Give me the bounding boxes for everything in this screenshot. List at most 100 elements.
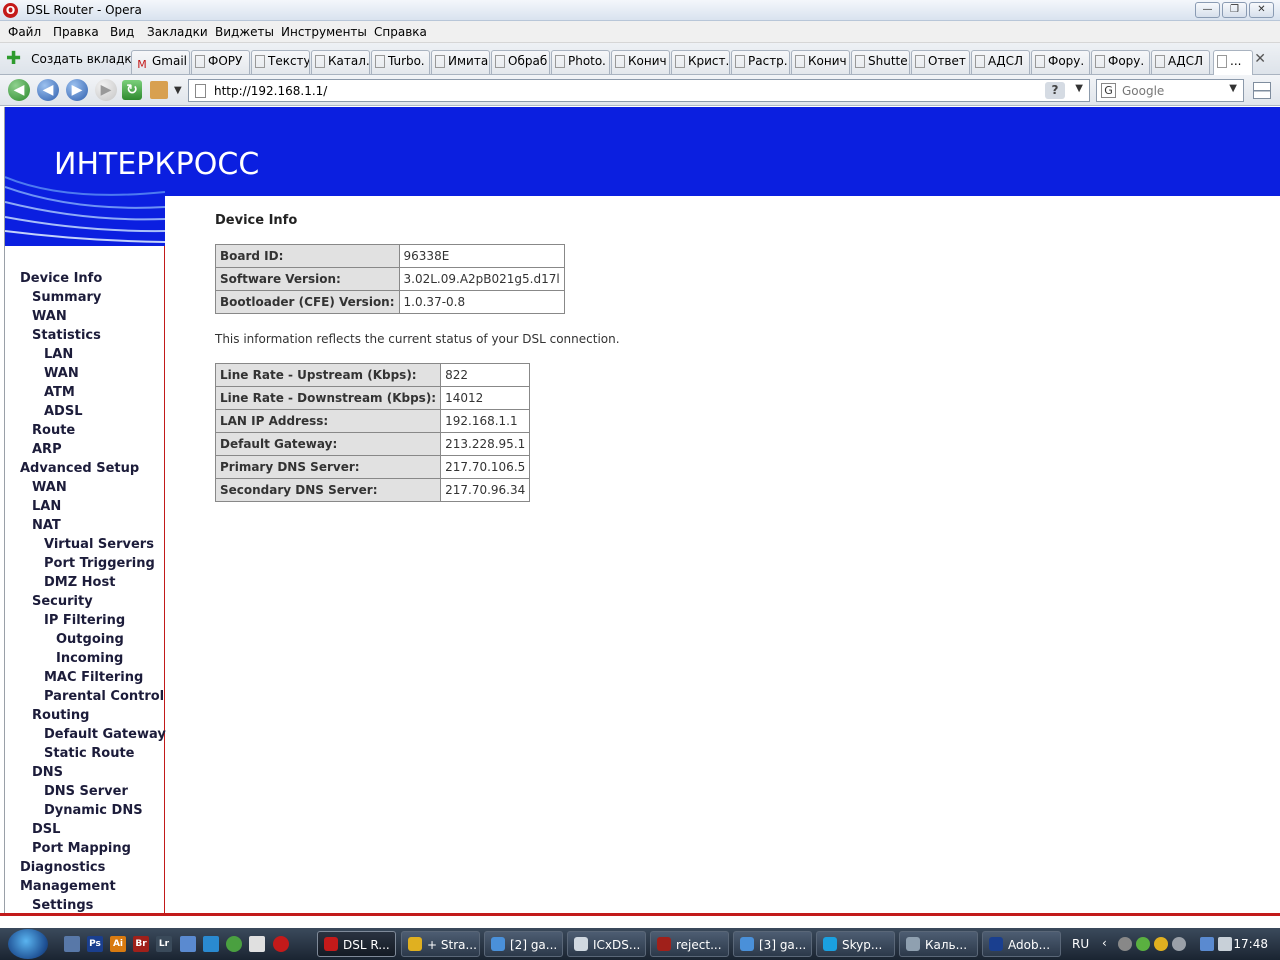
tray-icon[interactable]: [1136, 937, 1150, 951]
tab-4[interactable]: Катал.: [311, 50, 370, 74]
tab-7[interactable]: Обраб: [491, 50, 550, 74]
sidebar-item-parental-control[interactable]: Parental Control: [44, 689, 164, 704]
sidebar-item-wan[interactable]: WAN: [44, 366, 79, 381]
photoshop-icon[interactable]: Ps: [87, 936, 103, 952]
sidebar-item-virtual-servers[interactable]: Virtual Servers: [44, 537, 154, 552]
tab-2[interactable]: ФОРУ: [191, 50, 250, 74]
tab-17[interactable]: Фору.: [1091, 50, 1150, 74]
sidebar-item-routing[interactable]: Routing: [32, 708, 89, 723]
taskbar-task[interactable]: [3] ga...: [733, 931, 812, 957]
tab-16[interactable]: Фору.: [1031, 50, 1090, 74]
chevron-down-icon[interactable]: ▼: [1229, 83, 1237, 94]
opera-icon[interactable]: [273, 936, 289, 952]
sidebar-item-diagnostics[interactable]: Diagnostics: [20, 860, 105, 875]
forward-icon[interactable]: ▶: [66, 79, 88, 101]
network-icon[interactable]: [1200, 937, 1214, 951]
menu-tools[interactable]: Инструменты: [281, 25, 367, 39]
sidebar-item-adsl[interactable]: ADSL: [44, 404, 83, 419]
tab-6[interactable]: Имита: [431, 50, 490, 74]
lightroom-icon[interactable]: Lr: [156, 936, 172, 952]
sidebar-item-outgoing[interactable]: Outgoing: [56, 632, 124, 647]
tab-3[interactable]: Тексту: [251, 50, 310, 74]
taskbar-task[interactable]: ICxDS...: [567, 931, 646, 957]
dropdown-icon[interactable]: ▼: [174, 85, 182, 96]
paint-icon[interactable]: [249, 936, 265, 952]
sidebar-item-management[interactable]: Management: [20, 879, 116, 894]
sidebar-item-advanced-setup[interactable]: Advanced Setup: [20, 461, 139, 476]
sidebar-item-dns[interactable]: DNS: [32, 765, 63, 780]
pen-icon[interactable]: [180, 936, 196, 952]
tab-14[interactable]: Ответ: [911, 50, 970, 74]
chevron-left-icon[interactable]: ‹: [1102, 936, 1107, 950]
sidebar-item-route[interactable]: Route: [32, 423, 75, 438]
clock[interactable]: 17:48: [1233, 937, 1268, 951]
reload-icon[interactable]: ↻: [122, 80, 142, 100]
back-icon[interactable]: ◀: [8, 79, 30, 101]
address-bar[interactable]: http://192.168.1.1/ ? ▼: [188, 79, 1090, 102]
globe-icon[interactable]: [226, 936, 242, 952]
fast-forward-icon[interactable]: ▶: [95, 79, 117, 101]
tray-icon[interactable]: [1172, 937, 1186, 951]
sidebar-item-summary[interactable]: Summary: [32, 290, 101, 305]
menu-edit[interactable]: Правка: [53, 25, 99, 39]
menu-help[interactable]: Справка: [374, 25, 427, 39]
close-button[interactable]: ✕: [1249, 2, 1274, 18]
sidebar-item-security[interactable]: Security: [32, 594, 93, 609]
taskbar-task[interactable]: [2] ga...: [484, 931, 563, 957]
sidebar-item-dsl[interactable]: DSL: [32, 822, 60, 837]
sidebar-item-port-mapping[interactable]: Port Mapping: [32, 841, 131, 856]
tab-9[interactable]: Конич: [611, 50, 670, 74]
tab-13[interactable]: Shutte.: [851, 50, 910, 74]
sidebar-item-dynamic-dns[interactable]: Dynamic DNS: [44, 803, 143, 818]
menu-bookmarks[interactable]: Закладки: [147, 25, 208, 39]
sidebar-item-incoming[interactable]: Incoming: [56, 651, 123, 666]
taskbar-task[interactable]: reject...: [650, 931, 729, 957]
triangle-icon[interactable]: [203, 936, 219, 952]
sidebar-item-lan[interactable]: LAN: [44, 347, 73, 362]
taskbar-task[interactable]: Adob...: [982, 931, 1061, 957]
tab-5[interactable]: Turbo.: [371, 50, 430, 74]
tab-19[interactable]: ...: [1213, 50, 1253, 75]
illustrator-icon[interactable]: Ai: [110, 936, 126, 952]
sidebar-item-dmz-host[interactable]: DMZ Host: [44, 575, 115, 590]
sidebar-item-arp[interactable]: ARP: [32, 442, 62, 457]
rewind-icon[interactable]: ◀: [37, 79, 59, 101]
sidebar-item-default-gateway[interactable]: Default Gateway: [44, 727, 166, 742]
maximize-button[interactable]: ❐: [1222, 2, 1247, 18]
sidebar-item-wan[interactable]: WAN: [32, 309, 67, 324]
tab-12[interactable]: Конич: [791, 50, 850, 74]
taskbar-task[interactable]: Skyp...: [816, 931, 895, 957]
sidebar-item-mac-filtering[interactable]: MAC Filtering: [44, 670, 143, 685]
start-button[interactable]: [8, 929, 48, 959]
menu-widgets[interactable]: Виджеты: [215, 25, 274, 39]
save-icon[interactable]: [64, 936, 80, 952]
volume-icon[interactable]: [1218, 937, 1232, 951]
minimize-button[interactable]: —: [1195, 2, 1220, 18]
sidebar-item-atm[interactable]: ATM: [44, 385, 75, 400]
home-icon[interactable]: [150, 81, 168, 99]
sidebar-item-statistics[interactable]: Statistics: [32, 328, 101, 343]
tray-icon[interactable]: [1154, 937, 1168, 951]
sidebar-item-device-info[interactable]: Device Info: [20, 271, 102, 286]
taskbar-task[interactable]: DSL R...: [317, 931, 396, 957]
sidebar-item-wan[interactable]: WAN: [32, 480, 67, 495]
sidebar-item-lan[interactable]: LAN: [32, 499, 61, 514]
new-tab-button[interactable]: ✚ Создать вкладку: [6, 49, 139, 69]
taskbar-task[interactable]: Каль...: [899, 931, 978, 957]
bridge-icon[interactable]: Br: [133, 936, 149, 952]
tab-15[interactable]: АДСЛ: [971, 50, 1030, 74]
menu-view[interactable]: Вид: [110, 25, 134, 39]
language-indicator[interactable]: RU: [1072, 937, 1089, 951]
url-text[interactable]: http://192.168.1.1/: [214, 84, 327, 98]
tray-icon[interactable]: [1118, 937, 1132, 951]
help-icon[interactable]: ?: [1045, 82, 1065, 99]
search-input[interactable]: G Google ▼: [1096, 79, 1244, 102]
close-tab-icon[interactable]: ✕: [1254, 51, 1266, 67]
tab-8[interactable]: Photo.: [551, 50, 610, 74]
tab-11[interactable]: Растр.: [731, 50, 790, 74]
sidebar-item-nat[interactable]: NAT: [32, 518, 61, 533]
sidebar-item-port-triggering[interactable]: Port Triggering: [44, 556, 155, 571]
tab-18[interactable]: АДСЛ: [1151, 50, 1210, 74]
chevron-down-icon[interactable]: ▼: [1075, 83, 1083, 94]
sidebar-item-ip-filtering[interactable]: IP Filtering: [44, 613, 125, 628]
